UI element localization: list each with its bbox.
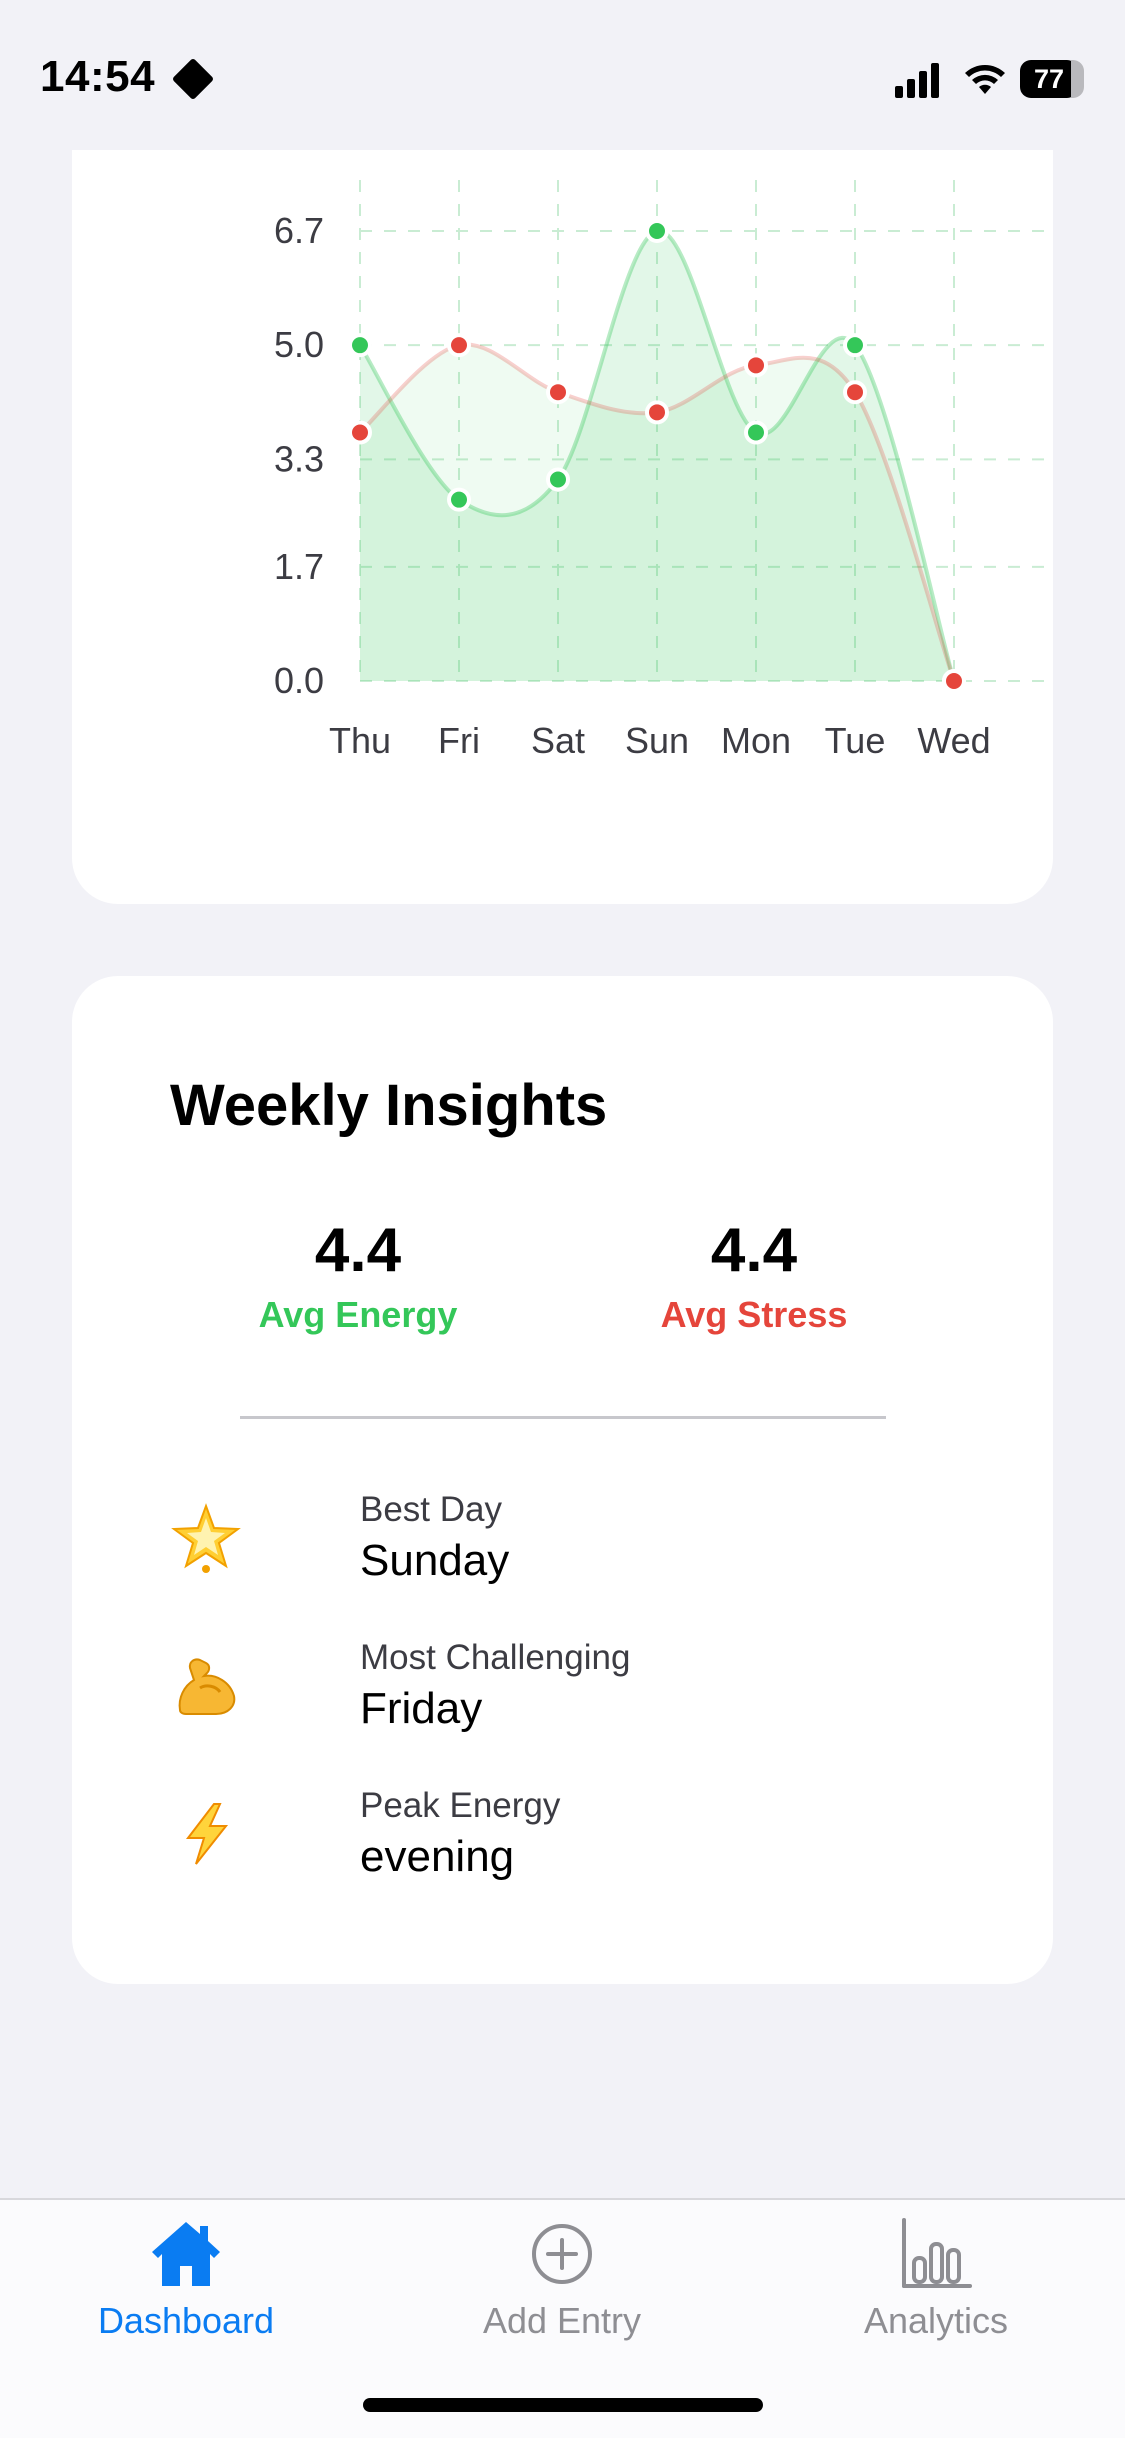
x-tick-label: Mon (721, 720, 791, 761)
avg-stress-label: Avg Stress (660, 1294, 848, 1335)
avg-energy-stat: 4.4 Avg Energy (198, 1216, 518, 1336)
data-point-stress (447, 333, 471, 358)
status-bar: 14:54 77 (0, 0, 1125, 150)
insight-value: Friday (360, 1684, 483, 1733)
insight-row-most-challenging: Most Challenging Friday (170, 1636, 990, 1756)
data-point-energy (546, 467, 570, 492)
bar-chart-icon (902, 2218, 972, 2288)
x-tick-label: Wed (917, 720, 990, 761)
tab-label: Add Entry (482, 2300, 642, 2341)
insight-label: Peak Energy (360, 1786, 561, 1825)
x-tick-label: Sun (625, 720, 689, 761)
tab-analytics[interactable]: Analytics (786, 2200, 1086, 2370)
weekly-insights-card: Weekly Insights 4.4 Avg Energy 4.4 Avg S… (72, 976, 1053, 1984)
home-indicator (363, 2398, 763, 2412)
battery-percent: 77 (1033, 64, 1065, 94)
data-point-energy (447, 487, 471, 512)
y-tick-label: 6.7 (274, 210, 324, 251)
battery-indicator: 77 (1020, 60, 1084, 98)
lightning-icon (185, 1803, 229, 1865)
y-tick-label: 3.3 (274, 438, 324, 479)
data-point-energy (843, 333, 867, 358)
glowing-star-icon (171, 1503, 241, 1573)
y-tick-label: 1.7 (274, 546, 324, 587)
cellular-signal-icon (895, 63, 939, 98)
data-point-energy (744, 420, 768, 445)
tab-label: Dashboard (97, 2300, 275, 2341)
insight-row-best-day: Best Day Sunday (170, 1488, 990, 1608)
status-time: 14:54 (40, 52, 156, 101)
focus-mode-icon (171, 57, 215, 101)
y-tick-label: 0.0 (274, 660, 324, 701)
insight-label: Best Day (360, 1490, 502, 1529)
data-point-stress (942, 669, 966, 693)
insight-value: evening (360, 1832, 515, 1881)
x-tick-label: Fri (438, 720, 480, 761)
tab-dashboard[interactable]: Dashboard (36, 2200, 336, 2370)
energy-stress-chart: 0.0 1.7 3.3 5.0 6.7 Thu Fri Sat Sun Mon Tue Wed (274, 180, 1053, 761)
insights-divider (240, 1416, 886, 1419)
avg-stress-value: 4.4 (710, 1216, 798, 1285)
insight-value: Sunday (360, 1536, 510, 1585)
x-tick-label: Thu (329, 720, 391, 761)
data-point-stress (744, 353, 768, 378)
data-point-stress (843, 380, 867, 405)
insight-label: Most Challenging (360, 1638, 631, 1677)
avg-energy-value: 4.4 (314, 1216, 402, 1285)
tab-add-entry[interactable]: Add Entry (412, 2200, 712, 2370)
insight-row-peak-energy: Peak Energy evening (170, 1784, 990, 1904)
x-tick-label: Tue (825, 720, 886, 761)
energy-stress-chart-card: 0.0 1.7 3.3 5.0 6.7 Thu Fri Sat Sun Mon Tue Wed (72, 150, 1053, 904)
plus-circle-icon (532, 2224, 592, 2284)
data-point-stress (645, 400, 669, 425)
insights-title: Weekly Insights (170, 1073, 608, 1138)
house-icon (152, 2222, 220, 2286)
flexed-biceps-icon (178, 1658, 236, 1715)
x-tick-label: Sat (531, 720, 585, 761)
data-point-stress (348, 420, 372, 445)
data-point-energy (348, 333, 372, 358)
data-point-stress (546, 380, 570, 405)
y-tick-label: 5.0 (274, 324, 324, 365)
wifi-icon (965, 65, 1005, 94)
data-point-energy (645, 219, 669, 243)
avg-stress-stat: 4.4 Avg Stress (594, 1216, 914, 1336)
tab-label: Analytics (863, 2300, 1009, 2341)
avg-energy-label: Avg Energy (258, 1294, 458, 1335)
